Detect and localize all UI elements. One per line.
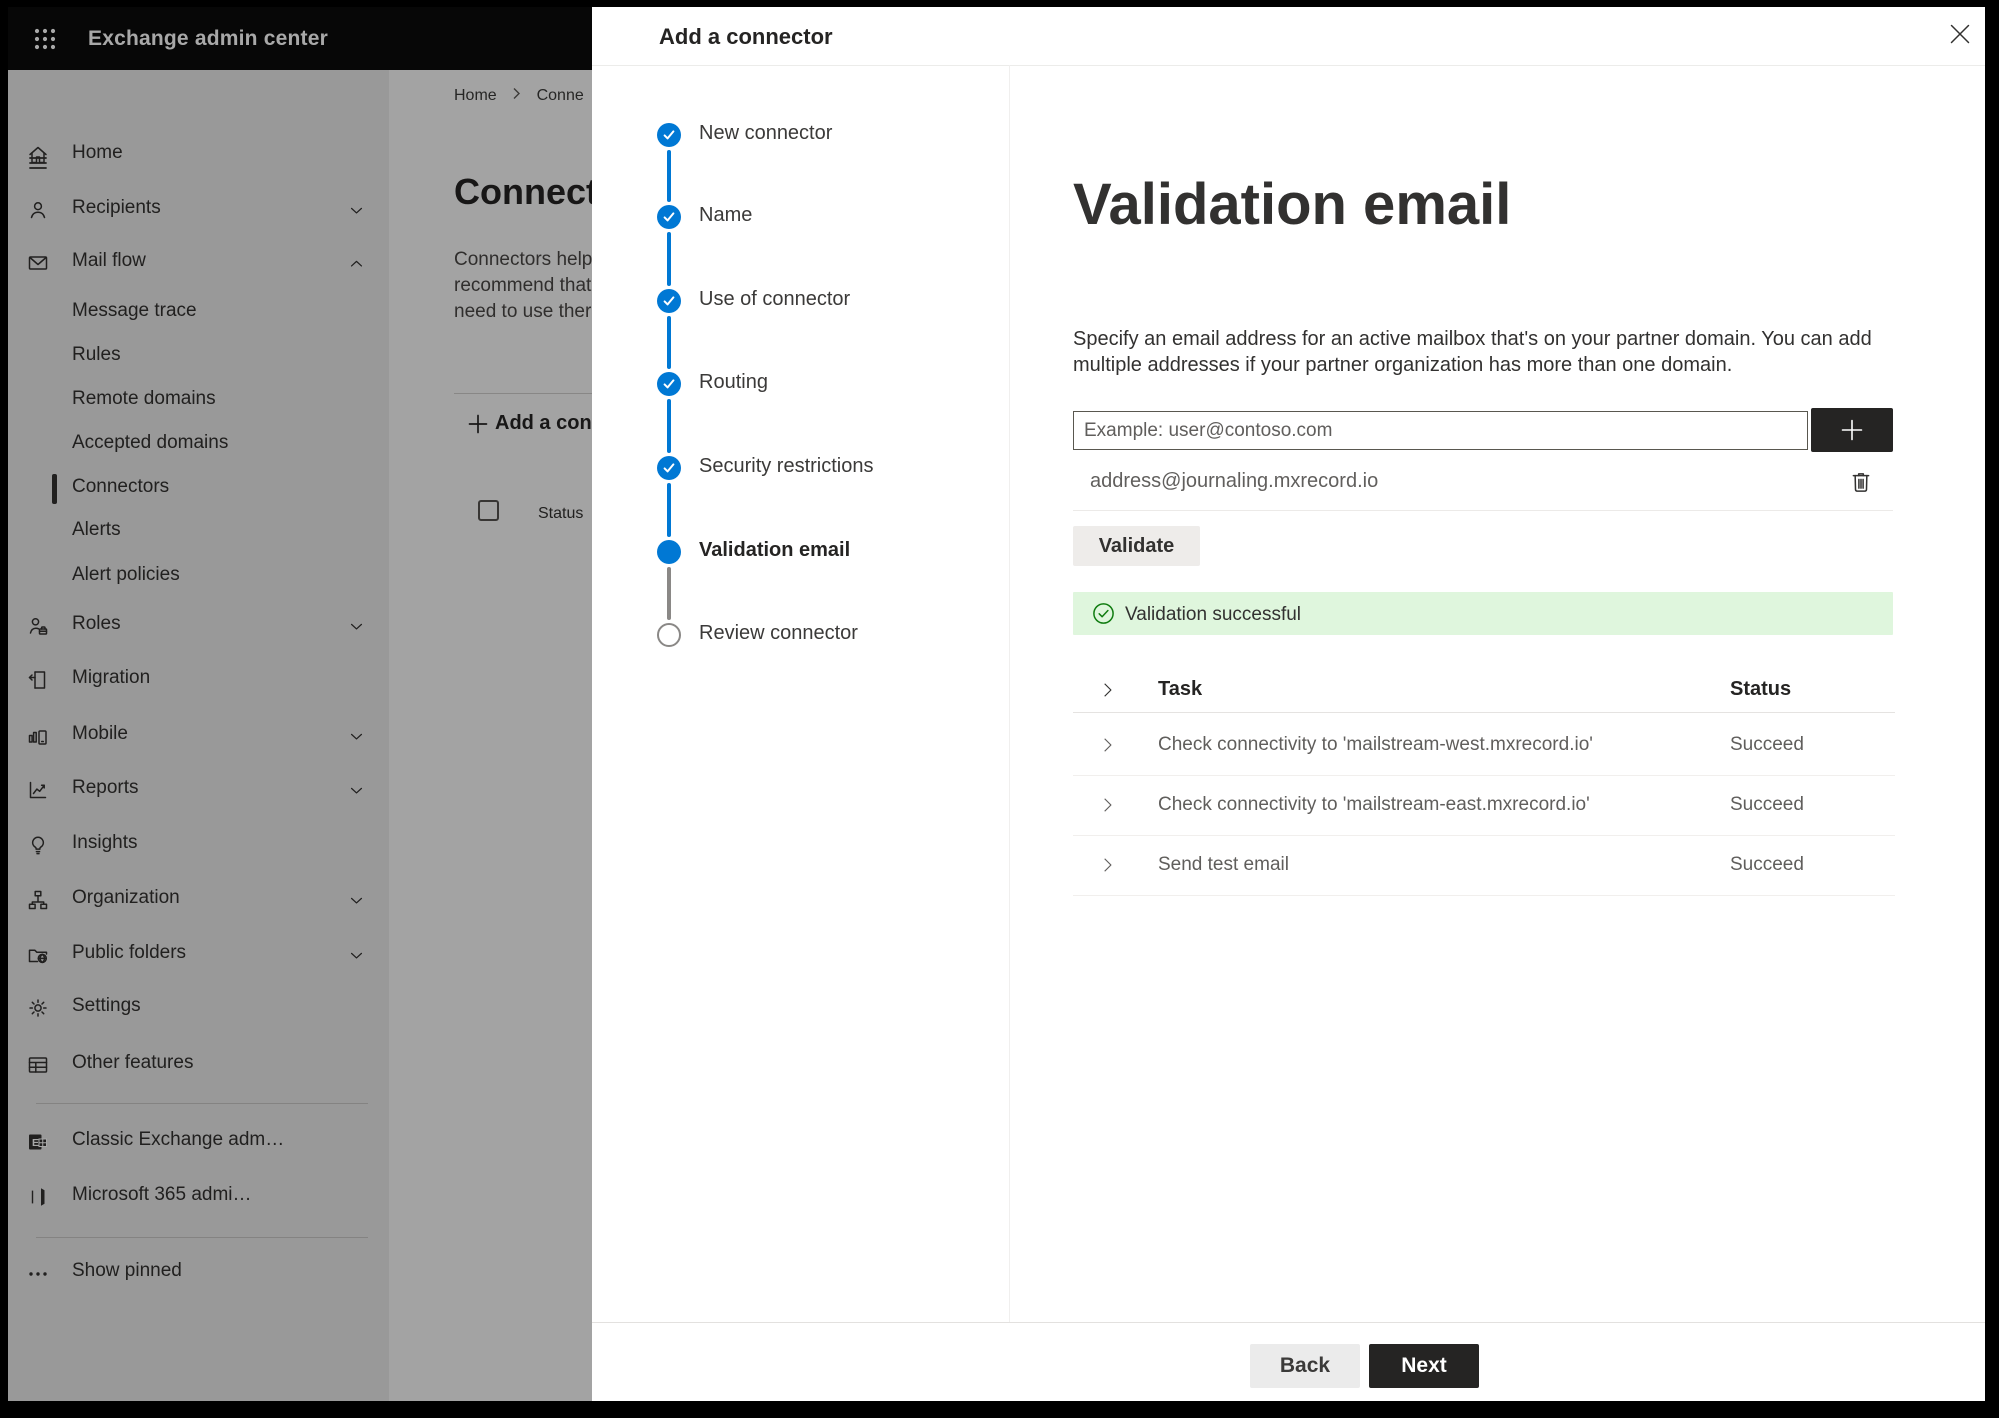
step-heading: Validation email bbox=[1073, 172, 1512, 237]
added-address-text: address@journaling.mxrecord.io bbox=[1090, 470, 1379, 492]
address-row-divider bbox=[1073, 510, 1893, 511]
next-button[interactable]: Next bbox=[1369, 1344, 1479, 1388]
task-cell[interactable]: Send test email bbox=[1158, 854, 1289, 876]
step-label[interactable]: Use of connector bbox=[699, 288, 850, 311]
dialog-footer-divider bbox=[592, 1322, 1985, 1323]
add-address-button[interactable] bbox=[1811, 408, 1893, 452]
success-message: Validation successful bbox=[1125, 604, 1302, 625]
email-address-input[interactable] bbox=[1073, 411, 1808, 450]
status-cell: Succeed bbox=[1730, 854, 1804, 875]
step-label[interactable]: New connector bbox=[699, 122, 832, 145]
add-connector-dialog: Add a connector New connector Name Use of … bbox=[592, 7, 1985, 1401]
step-circle-done[interactable] bbox=[657, 372, 681, 396]
expand-row-chevron-icon[interactable] bbox=[1098, 735, 1118, 755]
step-description: Specify an email address for an active m… bbox=[1073, 328, 1872, 376]
stepper-connector-line bbox=[667, 316, 671, 369]
stepper-connector-line bbox=[667, 483, 671, 537]
step-label[interactable]: Security restrictions bbox=[699, 455, 874, 478]
success-check-icon bbox=[1093, 603, 1114, 624]
step-label[interactable]: Review connector bbox=[699, 622, 858, 645]
column-header-status: Status bbox=[1730, 678, 1792, 700]
stepper-connector-line bbox=[667, 567, 671, 620]
table-header-divider bbox=[1073, 712, 1895, 713]
stepper-divider bbox=[1009, 65, 1010, 1322]
step-circle-upcoming[interactable] bbox=[657, 623, 681, 647]
close-icon[interactable] bbox=[1947, 21, 1973, 47]
stepper-connector-line bbox=[667, 150, 671, 202]
column-header-task: Task bbox=[1158, 678, 1203, 700]
step-circle-done[interactable] bbox=[657, 289, 681, 313]
step-label[interactable]: Name bbox=[699, 204, 752, 227]
step-label[interactable]: Validation email bbox=[699, 539, 850, 562]
table-row-divider bbox=[1073, 835, 1895, 836]
stepper-connector-line bbox=[667, 399, 671, 453]
step-label[interactable]: Routing bbox=[699, 371, 768, 394]
delete-address-icon[interactable] bbox=[1847, 468, 1875, 496]
task-cell[interactable]: Check connectivity to 'mailstream-west.m… bbox=[1158, 734, 1593, 756]
expand-row-chevron-icon[interactable] bbox=[1098, 795, 1118, 815]
expand-all-chevron-icon[interactable] bbox=[1098, 680, 1118, 700]
stepper-connector-line bbox=[667, 232, 671, 286]
task-cell[interactable]: Check connectivity to 'mailstream-east.m… bbox=[1158, 794, 1590, 816]
validate-button[interactable]: Validate bbox=[1073, 526, 1200, 566]
status-cell: Succeed bbox=[1730, 794, 1804, 815]
validation-success-banner: Validation successful bbox=[1073, 592, 1893, 635]
app-window: Exchange admin center Home Recipients Mail… bbox=[8, 7, 1985, 1401]
step-circle-done[interactable] bbox=[657, 123, 681, 147]
table-row-divider bbox=[1073, 775, 1895, 776]
step-circle-done[interactable] bbox=[657, 205, 681, 229]
step-circle-done[interactable] bbox=[657, 456, 681, 480]
expand-row-chevron-icon[interactable] bbox=[1098, 855, 1118, 875]
status-cell: Succeed bbox=[1730, 734, 1804, 755]
screenshot-frame: Exchange admin center Home Recipients Mail… bbox=[0, 0, 1999, 1418]
step-circle-current[interactable] bbox=[657, 540, 681, 564]
dialog-header-divider bbox=[592, 65, 1985, 66]
dialog-title: Add a connector bbox=[659, 24, 833, 49]
table-row-divider bbox=[1073, 895, 1895, 896]
back-button[interactable]: Back bbox=[1250, 1344, 1360, 1388]
